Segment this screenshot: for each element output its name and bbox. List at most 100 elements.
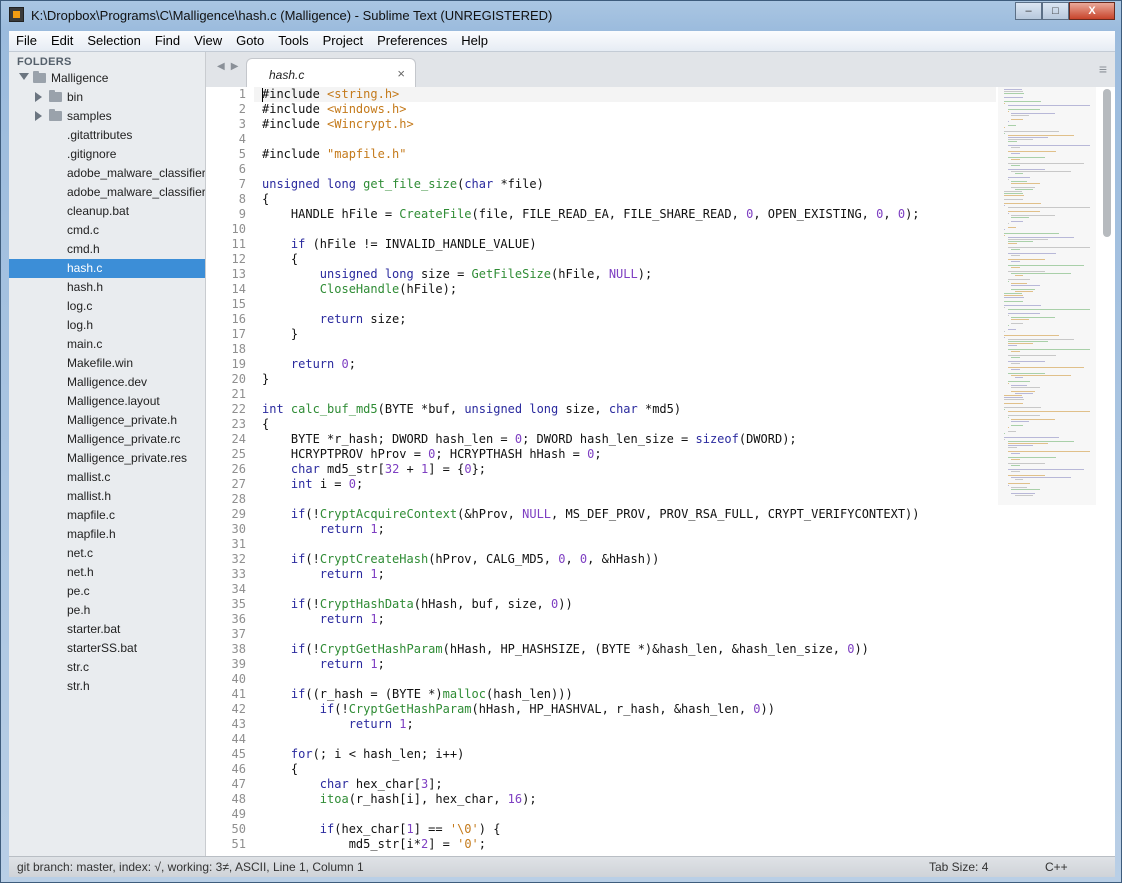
menu-view[interactable]: View bbox=[187, 31, 229, 51]
scrollbar-thumb[interactable] bbox=[1103, 89, 1111, 237]
menu-preferences[interactable]: Preferences bbox=[370, 31, 454, 51]
tab-nav-arrows[interactable]: ◀▶ bbox=[217, 61, 244, 72]
forward-arrow-icon[interactable]: ▶ bbox=[231, 61, 245, 72]
sidebar-file-item[interactable]: hash.c bbox=[9, 259, 205, 278]
sidebar-file-item[interactable]: Malligence.dev bbox=[9, 373, 205, 392]
code-line[interactable]: return 1; bbox=[262, 522, 385, 537]
code-line[interactable]: { bbox=[262, 417, 269, 432]
sidebar-file-item[interactable]: mallist.h bbox=[9, 487, 205, 506]
code-line[interactable]: for(; i < hash_len; i++) bbox=[262, 747, 464, 762]
sidebar-file-item[interactable]: str.h bbox=[9, 677, 205, 696]
title-bar[interactable]: K:\Dropbox\Programs\C\Malligence\hash.c … bbox=[1, 1, 1121, 30]
code-line[interactable]: if(!CryptHashData(hHash, buf, size, 0)) bbox=[262, 597, 573, 612]
code-editor[interactable]: 1 2 3 4 5 6 7 8 9 10 11 12 13 14 15 16 17 18 19 20 21 22 23 24 2… bbox=[206, 87, 1115, 856]
code-line[interactable]: return 1; bbox=[262, 567, 385, 582]
sidebar-file-item[interactable]: Makefile.win bbox=[9, 354, 205, 373]
code-line[interactable]: #include <string.h> bbox=[262, 87, 399, 102]
code-line[interactable]: char hex_char[3]; bbox=[262, 777, 443, 792]
code-line[interactable]: return 1; bbox=[262, 612, 385, 627]
code-line[interactable]: BYTE *r_hash; DWORD hash_len = 0; DWORD … bbox=[262, 432, 797, 447]
code-line[interactable]: return 0; bbox=[262, 357, 356, 372]
code-line[interactable]: HCRYPTPROV hProv = 0; HCRYPTHASH hHash =… bbox=[262, 447, 602, 462]
code-line[interactable]: { bbox=[262, 192, 269, 207]
menu-selection[interactable]: Selection bbox=[80, 31, 147, 51]
code-line[interactable]: } bbox=[262, 327, 298, 342]
sidebar-file-item[interactable]: mapfile.c bbox=[9, 506, 205, 525]
sidebar-file-item[interactable]: net.c bbox=[9, 544, 205, 563]
code-line[interactable]: itoa(r_hash[i], hex_char, 16); bbox=[262, 792, 537, 807]
back-arrow-icon[interactable]: ◀ bbox=[217, 61, 231, 72]
collapsed-arrow-icon[interactable] bbox=[35, 92, 42, 102]
code-line[interactable]: return size; bbox=[262, 312, 407, 327]
tree-folder-root[interactable]: Malligence bbox=[9, 69, 205, 88]
sidebar-file-item[interactable]: hash.h bbox=[9, 278, 205, 297]
sidebar-file-item[interactable]: adobe_malware_classifier.c bbox=[9, 164, 205, 183]
menu-project[interactable]: Project bbox=[316, 31, 370, 51]
sidebar-file-item[interactable]: Malligence.layout bbox=[9, 392, 205, 411]
code-line[interactable]: { bbox=[262, 252, 298, 267]
code-line[interactable]: } bbox=[262, 372, 269, 387]
tab-close-icon[interactable]: × bbox=[397, 66, 405, 81]
tab-hash-c[interactable]: hash.c × bbox=[246, 58, 416, 88]
menu-find[interactable]: Find bbox=[148, 31, 187, 51]
sidebar-file-item[interactable]: pe.c bbox=[9, 582, 205, 601]
sidebar-file-item[interactable]: pe.h bbox=[9, 601, 205, 620]
code-line[interactable]: unsigned long size = GetFileSize(hFile, … bbox=[262, 267, 652, 282]
sidebar-file-item[interactable]: net.h bbox=[9, 563, 205, 582]
code-line[interactable]: { bbox=[262, 762, 298, 777]
code-line[interactable]: #include <windows.h> bbox=[262, 102, 407, 117]
tab-menu-icon[interactable]: ≡ bbox=[1099, 61, 1107, 77]
code-line[interactable]: if(!CryptGetHashParam(hHash, HP_HASHVAL,… bbox=[262, 702, 775, 717]
sidebar-file-item[interactable]: Malligence_private.rc bbox=[9, 430, 205, 449]
code-line[interactable]: #include "mapfile.h" bbox=[262, 147, 407, 162]
sidebar-file-item[interactable]: Malligence_private.h bbox=[9, 411, 205, 430]
code-line[interactable]: if (hFile != INVALID_HANDLE_VALUE) bbox=[262, 237, 537, 252]
maximize-button[interactable]: □ bbox=[1042, 2, 1069, 20]
code-line[interactable]: unsigned long get_file_size(char *file) bbox=[262, 177, 544, 192]
code-line[interactable]: #include <Wincrypt.h> bbox=[262, 117, 414, 132]
sidebar-file-item[interactable]: Malligence_private.res bbox=[9, 449, 205, 468]
code-line[interactable]: if(!CryptCreateHash(hProv, CALG_MD5, 0, … bbox=[262, 552, 660, 567]
code-line[interactable]: int i = 0; bbox=[262, 477, 363, 492]
code-line[interactable]: int calc_buf_md5(BYTE *buf, unsigned lon… bbox=[262, 402, 681, 417]
menu-help[interactable]: Help bbox=[454, 31, 495, 51]
sidebar-file-item[interactable]: cmd.h bbox=[9, 240, 205, 259]
sidebar-file-item[interactable]: .gitattributes bbox=[9, 126, 205, 145]
expanded-arrow-icon[interactable] bbox=[19, 73, 29, 80]
menu-tools[interactable]: Tools bbox=[271, 31, 315, 51]
code-line[interactable]: CloseHandle(hFile); bbox=[262, 282, 457, 297]
code-line[interactable]: HANDLE hFile = CreateFile(file, FILE_REA… bbox=[262, 207, 920, 222]
minimap[interactable] bbox=[998, 87, 1096, 856]
code-line[interactable]: char md5_str[32 + 1] = {0}; bbox=[262, 462, 486, 477]
tree-folder-bin[interactable]: bin bbox=[9, 88, 205, 107]
sidebar-file-item[interactable]: mallist.c bbox=[9, 468, 205, 487]
code-line[interactable]: if(!CryptGetHashParam(hHash, HP_HASHSIZE… bbox=[262, 642, 869, 657]
code-line[interactable]: if(hex_char[1] == '\0') { bbox=[262, 822, 501, 837]
menu-edit[interactable]: Edit bbox=[44, 31, 80, 51]
tree-folder-samples[interactable]: samples bbox=[9, 107, 205, 126]
sidebar-file-item[interactable]: str.c bbox=[9, 658, 205, 677]
tab-size-indicator[interactable]: Tab Size: 4 bbox=[929, 860, 988, 874]
code-line[interactable]: if(!CryptAcquireContext(&hProv, NULL, MS… bbox=[262, 507, 920, 522]
sidebar-file-item[interactable]: starterSS.bat bbox=[9, 639, 205, 658]
code-line[interactable]: return 1; bbox=[262, 657, 385, 672]
code-line[interactable]: if((r_hash = (BYTE *)malloc(hash_len))) bbox=[262, 687, 573, 702]
sidebar-file-item[interactable]: .gitignore bbox=[9, 145, 205, 164]
syntax-indicator[interactable]: C++ bbox=[1045, 860, 1068, 874]
vertical-scrollbar[interactable] bbox=[1103, 89, 1112, 854]
sidebar-file-item[interactable]: mapfile.h bbox=[9, 525, 205, 544]
menu-file[interactable]: File bbox=[9, 31, 44, 51]
menu-goto[interactable]: Goto bbox=[229, 31, 271, 51]
sidebar-file-item[interactable]: cmd.c bbox=[9, 221, 205, 240]
sidebar-file-item[interactable]: adobe_malware_classifier.h bbox=[9, 183, 205, 202]
sidebar-file-item[interactable]: starter.bat bbox=[9, 620, 205, 639]
collapsed-arrow-icon[interactable] bbox=[35, 111, 42, 121]
sidebar-file-item[interactable]: log.h bbox=[9, 316, 205, 335]
sidebar-file-item[interactable]: cleanup.bat bbox=[9, 202, 205, 221]
sidebar-file-item[interactable]: log.c bbox=[9, 297, 205, 316]
sidebar-file-item[interactable]: main.c bbox=[9, 335, 205, 354]
close-button[interactable]: X bbox=[1069, 2, 1115, 20]
minimize-button[interactable]: – bbox=[1015, 2, 1042, 20]
code-line[interactable]: return 1; bbox=[262, 717, 414, 732]
code-line[interactable]: md5_str[i*2] = '0'; bbox=[262, 837, 486, 852]
